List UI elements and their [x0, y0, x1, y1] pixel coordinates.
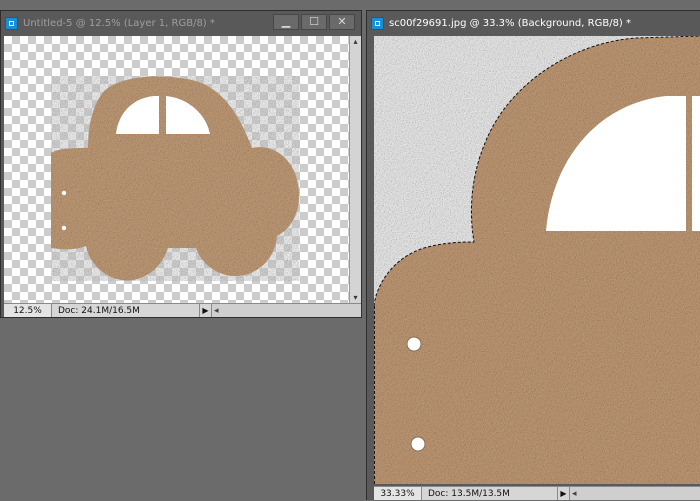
car-photo [374, 36, 700, 484]
car-hole-top [61, 190, 67, 196]
horizontal-scrollbar[interactable] [570, 487, 700, 501]
minimize-button[interactable]: ▁ [273, 14, 299, 30]
car-hole-bottom [61, 225, 67, 231]
car-cutout-layer [51, 76, 300, 281]
car-window-right-edge [692, 96, 700, 231]
maximize-button[interactable]: ☐ [301, 14, 327, 30]
triangle-right-icon[interactable]: ▶ [558, 487, 570, 500]
horizontal-scrollbar[interactable] [212, 304, 361, 318]
document-size-info: Doc: 13.5M/13.5M [422, 487, 558, 500]
document-canvas[interactable] [4, 36, 354, 304]
document-size-info: Doc: 24.1M/16.5M [52, 304, 200, 317]
window-title: Untitled-5 @ 12.5% (Layer 1, RGB/8) * [23, 17, 215, 29]
document-window-sc00f29691[interactable]: sc00f29691.jpg @ 33.3% (Background, RGB/… [366, 10, 700, 501]
window-title-bar[interactable]: sc00f29691.jpg @ 33.3% (Background, RGB/… [367, 11, 700, 35]
document-window-untitled-5[interactable]: Untitled-5 @ 12.5% (Layer 1, RGB/8) * ▁ … [0, 10, 362, 318]
car-hole-bottom [410, 436, 426, 452]
status-bar: 33.33% Doc: 13.5M/13.5M ▶ [374, 486, 700, 501]
window-title: sc00f29691.jpg @ 33.3% (Background, RGB/… [389, 17, 632, 29]
close-button[interactable]: ✕ [329, 14, 355, 30]
photoshop-document-icon [371, 16, 384, 30]
vertical-scrollbar[interactable]: ▴ ▾ [349, 36, 361, 304]
zoom-level-field[interactable]: 33.33% [374, 487, 422, 500]
triangle-right-icon[interactable]: ▶ [200, 304, 212, 317]
photoshop-document-icon [5, 16, 18, 30]
car-hole-top [406, 336, 422, 352]
window-title-bar[interactable]: Untitled-5 @ 12.5% (Layer 1, RGB/8) * ▁ … [1, 11, 361, 35]
document-canvas[interactable] [374, 36, 700, 484]
scroll-up-icon[interactable]: ▴ [350, 36, 361, 48]
zoom-level-field[interactable]: 12.5% [4, 304, 52, 317]
status-bar: 12.5% Doc: 24.1M/16.5M ▶ [4, 303, 361, 318]
